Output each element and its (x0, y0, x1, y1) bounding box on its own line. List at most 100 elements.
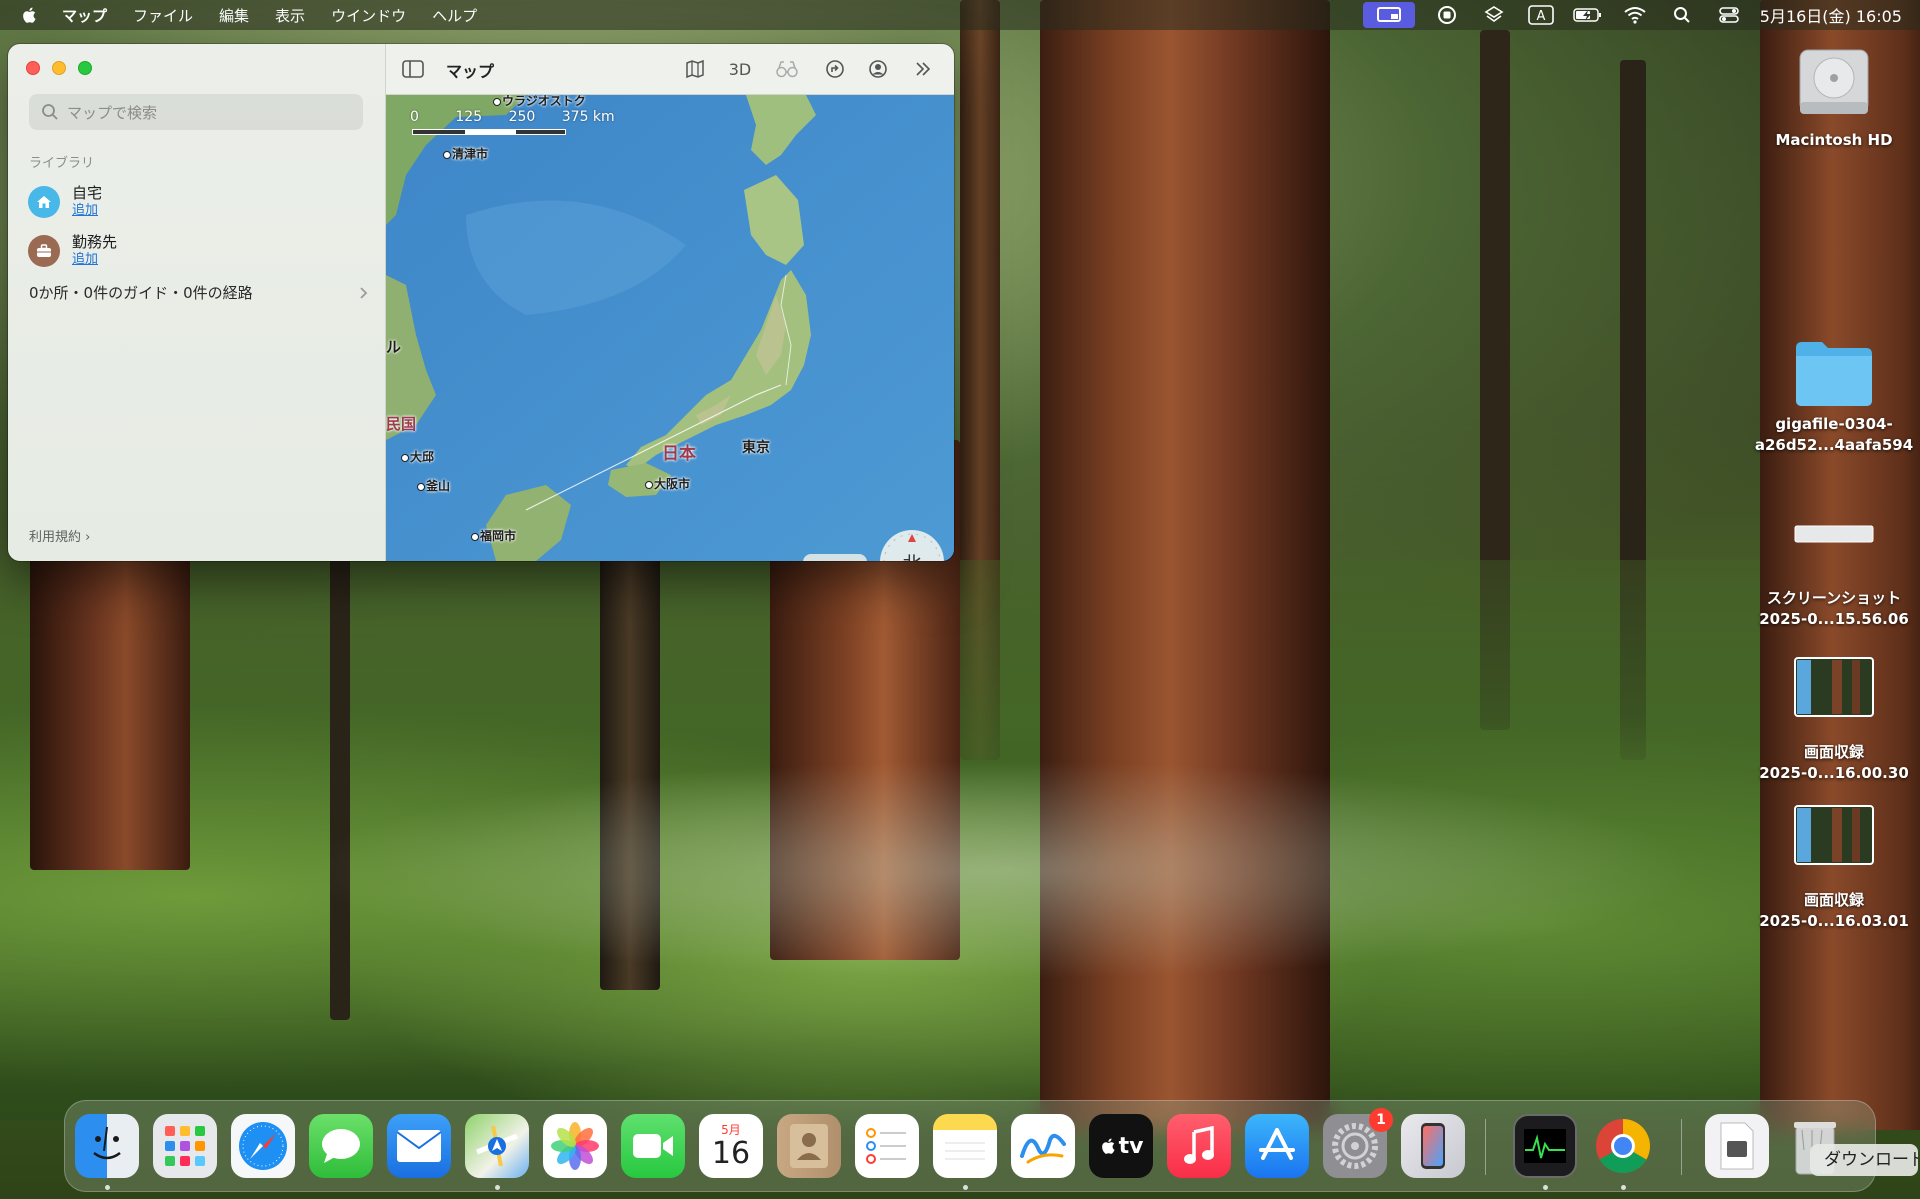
spotlight-search-icon[interactable] (1667, 4, 1697, 26)
map-label-korea-partial[interactable]: 民国 (386, 413, 416, 434)
library-item-home[interactable]: 自宅 追加 (28, 184, 102, 219)
home-add-link[interactable]: 追加 (72, 202, 102, 219)
dock-contacts-icon[interactable] (777, 1114, 841, 1178)
maps-search-field[interactable]: マップで検索 (29, 94, 363, 130)
dock-safari-icon[interactable] (231, 1114, 295, 1178)
map-label-chongjin[interactable]: 清津市 (442, 145, 488, 162)
screen-record-icon[interactable] (1432, 4, 1462, 26)
apple-menu-icon[interactable] (20, 5, 40, 25)
menu-bar: マップ ファイル 編集 表示 ウインドウ ヘルプ A 5月16日(金) 16:0… (0, 0, 1920, 30)
desktop-icon-label: 2025-0...15.56.06 (1759, 610, 1909, 628)
scale-label-125: 125 (455, 109, 483, 125)
more-chevrons-icon[interactable] (910, 57, 936, 81)
dock-mail-icon[interactable] (387, 1114, 451, 1178)
dock-music-icon[interactable] (1167, 1114, 1231, 1178)
desktop-icon-label: 画面収録 (1803, 743, 1864, 761)
menu-file[interactable]: ファイル (133, 5, 193, 26)
screen-mirroring-icon[interactable] (1362, 2, 1415, 28)
dock-downloads-tooltip: ダウンロード (1810, 1144, 1918, 1176)
dock-iphone-mirroring-icon[interactable] (1401, 1114, 1465, 1178)
terms-link[interactable]: 利用規約 › (29, 526, 90, 545)
work-add-link[interactable]: 追加 (72, 251, 117, 268)
window-close-button[interactable] (26, 61, 40, 75)
guides-summary-row[interactable]: 0か所・0件のガイド・0件の経路 (29, 282, 369, 303)
dock-document-icon[interactable] (1705, 1114, 1769, 1178)
dock-maps-icon[interactable] (465, 1114, 529, 1178)
work-title: 勤務先 (72, 233, 118, 251)
scale-bar (412, 129, 566, 135)
dock-app-store-icon[interactable] (1245, 1114, 1309, 1178)
dock-calendar-icon[interactable]: 5月 16 (699, 1114, 763, 1178)
library-item-work[interactable]: 勤務先 追加 (28, 233, 117, 268)
desktop-icon-label: 2025-0...16.03.01 (1759, 912, 1909, 930)
desktop-icon-gigafile-folder[interactable]: gigafile-0304- a26d52...4aafa594 (1754, 338, 1914, 456)
menu-view[interactable]: 表示 (275, 5, 305, 26)
svg-text:A: A (1536, 9, 1545, 24)
menu-clock[interactable]: 5月16日(金) 16:05 (1760, 3, 1902, 27)
dock-notes-icon[interactable] (933, 1114, 997, 1178)
zoom-in-button[interactable]: + (842, 558, 860, 562)
desktop-icon-screen-recording-2[interactable]: 画面収録 2025-0...16.03.01 (1754, 800, 1914, 932)
battery-icon[interactable] (1573, 4, 1603, 26)
desktop-icon-label: スクリーンショット (1766, 589, 1902, 607)
dock-launchpad-icon[interactable] (153, 1114, 217, 1178)
directions-icon[interactable] (822, 57, 848, 81)
desktop-icon-label: Macintosh HD (1775, 131, 1893, 149)
menu-app-name[interactable]: マップ (62, 5, 107, 26)
video-thumbnail-icon (1794, 805, 1874, 865)
map-mode-icon[interactable] (682, 57, 708, 81)
wifi-icon[interactable] (1620, 4, 1650, 26)
briefcase-icon (28, 234, 60, 267)
map-label-japan[interactable]: 日本 (662, 439, 696, 464)
map-label-osaka[interactable]: 大阪市 (644, 475, 690, 492)
desktop-icon-screen-recording-1[interactable]: 画面収録 2025-0...16.00.30 (1754, 652, 1914, 784)
menu-edit[interactable]: 編集 (219, 5, 249, 26)
window-minimize-button[interactable] (52, 61, 66, 75)
desktop-icon-label: 2025-0...16.00.30 (1759, 764, 1909, 782)
layers-icon[interactable] (1479, 4, 1509, 26)
dock-finder-icon[interactable] (75, 1114, 139, 1178)
toolbar-title: マップ (446, 62, 495, 81)
compass-button[interactable]: 北 (880, 530, 944, 561)
scale-label-375: 375 km (561, 109, 615, 125)
chevron-right-icon (360, 286, 368, 299)
dock-messages-icon[interactable] (309, 1114, 373, 1178)
map-label-busan[interactable]: 釜山 (416, 477, 450, 494)
desktop-icon-label: gigafile-0304- (1775, 415, 1893, 433)
menu-help[interactable]: ヘルプ (432, 5, 477, 26)
toolbar-3d-label: 3D (728, 59, 752, 79)
dock-freeform-icon[interactable] (1011, 1114, 1075, 1178)
menu-window[interactable]: ウインドウ (331, 5, 406, 26)
map-label-fukuoka[interactable]: 福岡市 (470, 527, 516, 544)
sidebar-toggle-icon[interactable] (400, 57, 426, 81)
dock-facetime-icon[interactable] (621, 1114, 685, 1178)
map-canvas[interactable]: ウラジオストク 清津市 ル 民国 大邱 釜山 日本 東京 大阪市 福岡市 0 1… (386, 95, 954, 561)
map-label-seoul-partial[interactable]: ル (386, 336, 401, 357)
dock-activity-monitor-icon[interactable] (1513, 1114, 1577, 1178)
map-label-tokyo[interactable]: 東京 (742, 437, 770, 457)
chevron-right-icon: › (85, 530, 91, 545)
control-center-icon[interactable] (1714, 4, 1744, 26)
desktop-icon-screenshot[interactable]: スクリーンショット 2025-0...15.56.06 (1754, 522, 1914, 630)
maps-window: マップで検索 ライブラリ 自宅 追加 勤務先 追加 0か所・0件のガイド・0件の… (8, 44, 954, 561)
window-zoom-button[interactable] (78, 61, 92, 75)
input-source-icon[interactable]: A (1526, 4, 1556, 26)
desktop-icon-macintosh-hd[interactable]: Macintosh HD (1764, 44, 1904, 151)
settings-badge: 1 (1369, 1108, 1393, 1132)
map-label-vladivostok[interactable]: ウラジオストク (493, 95, 586, 109)
account-icon[interactable] (865, 57, 891, 81)
zoom-out-button[interactable]: − (810, 558, 828, 562)
dock-chrome-icon[interactable] (1591, 1114, 1655, 1178)
look-around-icon[interactable] (774, 57, 800, 81)
scale-label-250: 250 (508, 109, 536, 125)
dock-apple-tv-icon[interactable]: tv (1089, 1114, 1153, 1178)
zoom-control: − + (803, 554, 867, 561)
dock-reminders-icon[interactable] (855, 1114, 919, 1178)
compass-north-label: 北 (902, 549, 921, 562)
folder-icon (1796, 342, 1872, 406)
toolbar-3d-button[interactable]: 3D (722, 57, 758, 81)
dock-system-settings-icon[interactable]: 1 (1323, 1108, 1393, 1178)
guides-summary-text: 0か所・0件のガイド・0件の経路 (29, 284, 253, 302)
dock-photos-icon[interactable] (543, 1114, 607, 1178)
map-label-daegu[interactable]: 大邱 (400, 448, 434, 465)
